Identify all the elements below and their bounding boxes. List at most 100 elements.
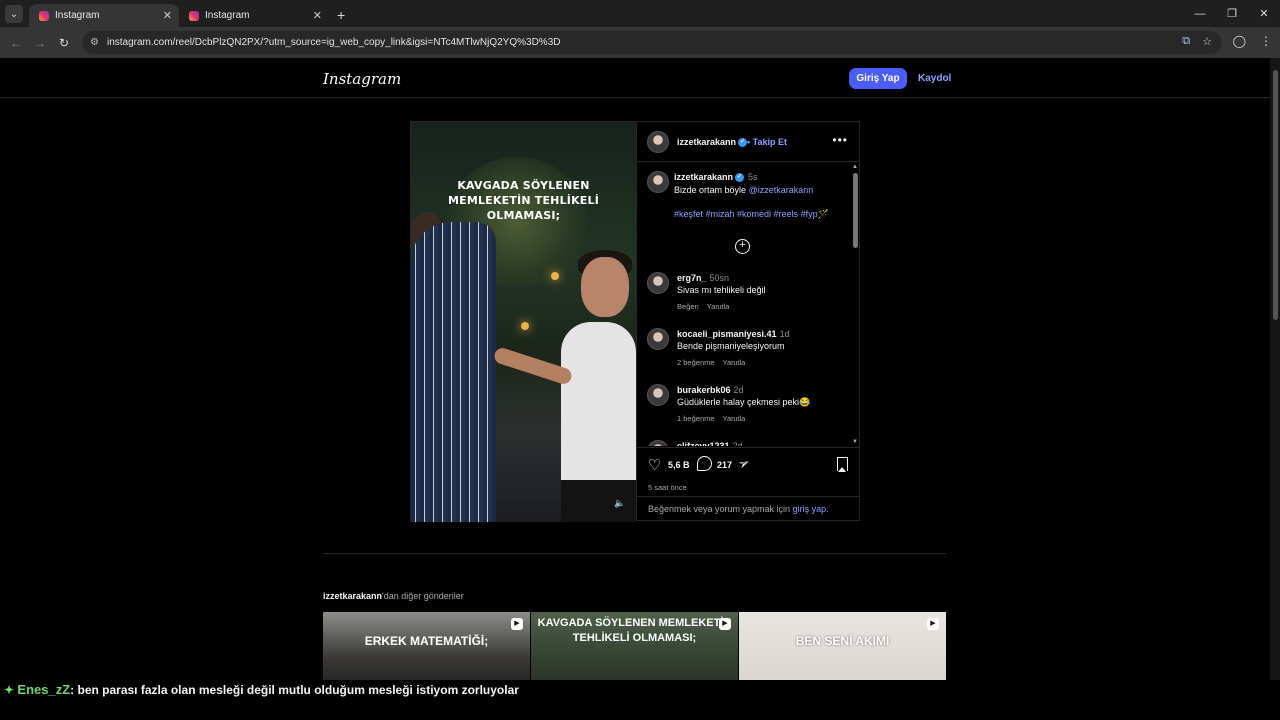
comment-meta: 1 beğenme Yanıtla xyxy=(677,414,753,423)
avatar[interactable] xyxy=(647,131,669,153)
signup-link[interactable]: Kaydol xyxy=(918,73,951,84)
reel-thumbnail[interactable]: BEN SENİ AKIMI ▶ xyxy=(739,612,946,688)
comment-like-button[interactable]: Beğen xyxy=(677,302,699,311)
avatar[interactable] xyxy=(647,171,669,193)
chat-message: : ben parası fazla olan mesleği değil mu… xyxy=(70,683,519,697)
login-prompt-body: Beğenmek veya yorum yapmak için xyxy=(648,504,791,514)
new-tab-icon[interactable]: + xyxy=(337,7,345,23)
bookmark-icon[interactable] xyxy=(837,457,848,472)
window-close-icon[interactable]: ✕ xyxy=(1248,0,1280,27)
reel-icon: ▶ xyxy=(927,618,939,630)
comment-text: Sivas mı tehlikeli değil xyxy=(677,285,766,295)
comment-username[interactable]: erg7n_ 50sn xyxy=(677,273,729,283)
instagram-page: Instagram Giriş Yap Kaydol KAVGADA SÖYLE… xyxy=(0,58,1270,688)
comment-item: elifzeyy1231 2d xyxy=(647,440,847,446)
chat-nickname: Enes_zZ xyxy=(17,682,71,697)
tab-close-icon[interactable]: ✕ xyxy=(313,9,322,22)
login-prompt-end: . xyxy=(826,504,829,514)
comment-user[interactable]: kocaeli_pismaniyesi.41 xyxy=(677,329,777,339)
comments-panel[interactable]: izzetkarakann ✓ 5s Bizde ortam böyle @izze… xyxy=(637,163,860,446)
tab-title: Instagram xyxy=(205,10,250,21)
comment-likes-count[interactable]: 1 beğenme xyxy=(677,414,715,423)
avatar[interactable] xyxy=(647,384,669,406)
caption-mention[interactable]: @izzetkarakann xyxy=(749,185,814,195)
browser-menu-icon[interactable]: ⋮ xyxy=(1260,34,1272,48)
comment-bubble-icon[interactable] xyxy=(697,456,712,471)
tab-strip: ⌄ Instagram ✕ Instagram ✕ + — ❐ ✕ xyxy=(0,0,1280,27)
comment-username[interactable]: burakerbk06 2d xyxy=(677,385,744,395)
comment-user[interactable]: erg7n_ xyxy=(677,273,707,283)
caption-username-text[interactable]: izzetkarakann xyxy=(674,172,733,182)
login-link[interactable]: giriş yap xyxy=(793,504,827,514)
forward-icon[interactable]: → xyxy=(28,36,52,50)
avatar[interactable] xyxy=(647,328,669,350)
instagram-logo[interactable]: Instagram xyxy=(323,70,401,88)
tab-search-icon[interactable]: ⌄ xyxy=(5,5,23,23)
page-scroll-thumb[interactable] xyxy=(1273,70,1278,320)
page-scrollbar[interactable] xyxy=(1270,58,1280,690)
follow-button[interactable]: • Takip Et xyxy=(747,137,787,147)
window-controls: — ❐ ✕ xyxy=(1184,0,1280,27)
more-options-icon[interactable]: ••• xyxy=(832,133,848,147)
avatar[interactable] xyxy=(647,440,669,446)
minimize-icon[interactable]: — xyxy=(1184,0,1216,27)
profile-icon[interactable]: ◯ xyxy=(1233,34,1246,48)
comment-time: 2d xyxy=(733,385,744,395)
video-light xyxy=(551,272,559,280)
restore-icon[interactable]: ❐ xyxy=(1216,0,1248,27)
scroll-up-icon[interactable]: ▲ xyxy=(852,164,858,170)
install-app-icon[interactable]: ⧉ xyxy=(1182,35,1190,48)
more-posts-title: izzetkarakann'dan diğer gönderiler xyxy=(323,591,464,601)
url-text[interactable]: instagram.com/reel/DcbPlzQN2PX/?utm_sour… xyxy=(107,37,561,48)
video-person xyxy=(581,257,629,317)
scroll-down-icon[interactable]: ▼ xyxy=(852,439,858,445)
comment-username[interactable]: elifzeyy1231 2d xyxy=(677,441,743,446)
comment-username[interactable]: kocaeli_pismaniyesi.41 1d xyxy=(677,329,790,339)
reel-video[interactable]: KAVGADA SÖYLENEN MEMLEKETİN TEHLİKELİ OL… xyxy=(411,122,636,522)
login-button[interactable]: Giriş Yap xyxy=(849,68,907,89)
login-prompt: Beğenmek veya yorum yapmak için giriş ya… xyxy=(637,496,860,522)
reel-post: KAVGADA SÖYLENEN MEMLEKETİN TEHLİKELİ OL… xyxy=(410,121,860,522)
mute-icon[interactable]: 🔈 xyxy=(614,498,625,509)
thumbnail-label: KAVGADA SÖYLENEN MEMLEKETİN TEHLİKELİ OL… xyxy=(537,617,732,644)
comment-reply-button[interactable]: Yanıtla xyxy=(723,358,746,367)
like-count[interactable]: 5,6 B xyxy=(668,460,690,470)
comment-text: Bende pişmaniyeleşiyorum xyxy=(677,341,785,351)
caption-username[interactable]: izzetkarakann ✓ 5s xyxy=(674,172,758,183)
more-posts-username[interactable]: izzetkarakann xyxy=(323,591,382,601)
caption-time: 5s xyxy=(748,172,758,182)
site-info-icon[interactable]: ⚙ xyxy=(90,37,99,48)
tab-title: Instagram xyxy=(55,10,100,21)
more-posts-suffix: 'dan diğer gönderiler xyxy=(382,591,464,601)
tab-close-icon[interactable]: ✕ xyxy=(163,9,172,22)
comment-time: 2d xyxy=(732,441,743,446)
share-plane-icon[interactable]: ➢ xyxy=(735,453,753,473)
avatar[interactable] xyxy=(647,272,669,294)
comment-reply-button[interactable]: Yanıtla xyxy=(723,414,746,423)
bookmark-star-icon[interactable]: ☆ xyxy=(1202,35,1212,48)
caption-hashtags[interactable]: #keşfet #mizah #komedi #reels #fyp🪄 xyxy=(674,209,849,220)
comment-likes-count[interactable]: 2 beğenme xyxy=(677,358,715,367)
scroll-thumb[interactable] xyxy=(853,173,858,248)
comment-count: 217 xyxy=(717,460,733,470)
reload-icon[interactable]: ↻ xyxy=(52,36,76,50)
caption-body: Bizde ortam böyle xyxy=(674,185,747,195)
post-username-text[interactable]: izzetkarakann xyxy=(677,137,736,147)
like-heart-icon[interactable]: ♡ xyxy=(648,456,661,474)
comment-time: 50sn xyxy=(709,273,730,283)
post-username[interactable]: izzetkarakann ✓ xyxy=(677,137,748,148)
reel-thumbnail[interactable]: KAVGADA SÖYLENEN MEMLEKETİN TEHLİKELİ OL… xyxy=(531,612,738,688)
section-divider xyxy=(323,553,946,554)
comment-user[interactable]: burakerbk06 xyxy=(677,385,731,395)
comment-text: Güdüklerle halay çekmesi peki😂 xyxy=(677,397,811,407)
reel-thumbnail[interactable]: ERKEK MATEMATİĞİ; ▶ xyxy=(323,612,530,688)
comment-reply-button[interactable]: Yanıtla xyxy=(707,302,730,311)
back-icon[interactable]: ← xyxy=(4,36,28,50)
load-more-comments-icon[interactable]: + xyxy=(735,239,750,254)
tab-instagram-2[interactable]: Instagram ✕ xyxy=(179,4,329,27)
address-bar[interactable]: ⚙ instagram.com/reel/DcbPlzQN2PX/?utm_so… xyxy=(82,31,1222,54)
more-posts-grid: ERKEK MATEMATİĞİ; ▶ KAVGADA SÖYLENEN MEM… xyxy=(323,612,946,688)
comment-user[interactable]: elifzeyy1231 xyxy=(677,441,730,446)
comments-scrollbar[interactable]: ▲ ▼ xyxy=(851,163,859,446)
tab-instagram-1[interactable]: Instagram ✕ xyxy=(29,4,179,27)
